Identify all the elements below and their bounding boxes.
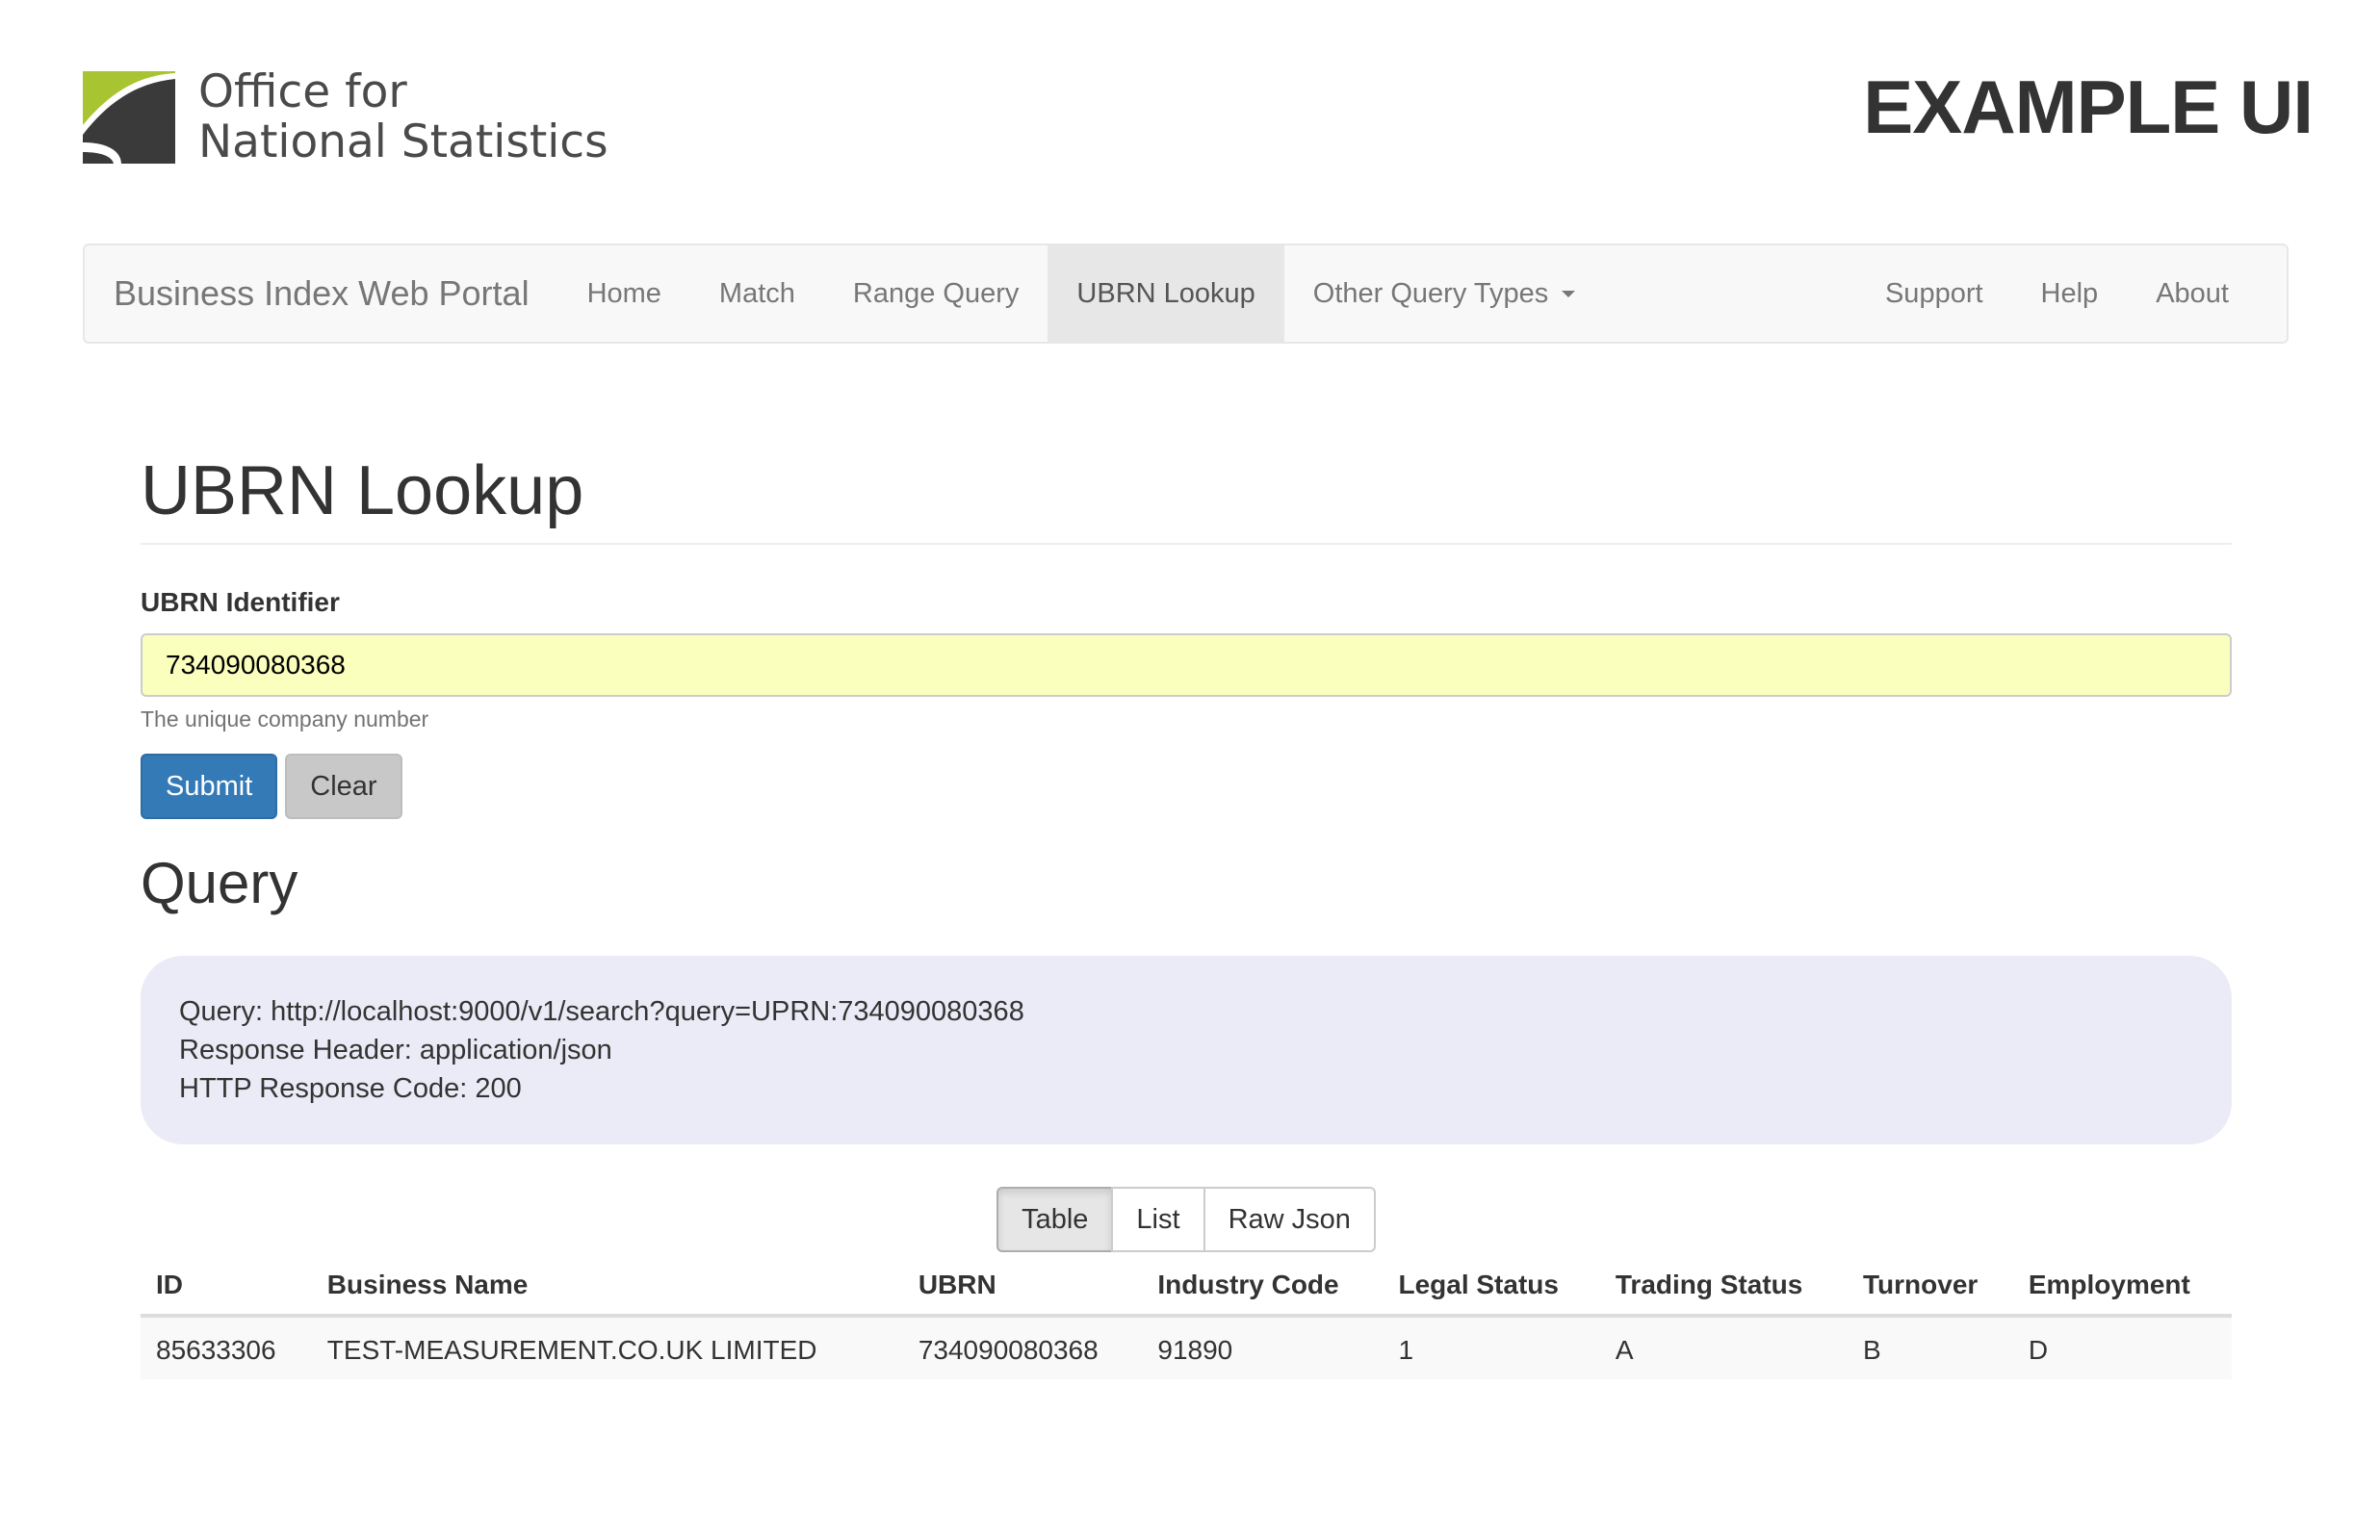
view-table-button[interactable]: Table [996,1187,1114,1252]
ubrn-field-label: UBRN Identifier [141,587,340,617]
nav-right: Support Help About [1856,245,2258,342]
ons-logo[interactable]: Office for National Statistics [83,67,608,167]
cell-legal-status: 1 [1383,1316,1600,1379]
query-section-title: Query [141,851,298,915]
query-url-text: Query: http://localhost:9000/v1/search?q… [179,996,1024,1027]
column-header-id: ID [141,1256,312,1318]
form-buttons: Submit Clear [141,754,2232,819]
view-toggle-group: Table List Raw Json [141,1187,2232,1252]
response-code-text: HTTP Response Code: 200 [179,1073,522,1104]
nav-item-label: About [2156,277,2229,309]
nav-item-home[interactable]: Home [558,245,690,342]
view-list-button[interactable]: List [1111,1187,1205,1252]
cell-trading-status: A [1599,1316,1849,1379]
query-info-panel: Query: http://localhost:9000/v1/search?q… [141,956,2232,1144]
clear-button[interactable]: Clear [285,754,402,819]
table-row[interactable]: 85633306 TEST-MEASUREMENT.CO.UK LIMITED … [141,1316,2232,1379]
submit-button[interactable]: Submit [141,754,278,819]
logo-text: Office for National Statistics [198,67,608,167]
results-table: ID Business Name UBRN Industry Code Lega… [141,1256,2232,1379]
caret-down-icon [1562,290,1576,297]
cell-turnover: B [1848,1316,2013,1379]
site-header: Office for National Statistics EXAMPLE U… [0,0,2380,221]
nav-item-label: Home [586,277,661,309]
navbar-brand[interactable]: Business Index Web Portal [85,245,558,342]
column-header-trading-status: Trading Status [1599,1256,1849,1318]
view-raw-json-button[interactable]: Raw Json [1203,1187,1376,1252]
column-header-legal-status: Legal Status [1383,1256,1600,1318]
cell-ubrn: 734090080368 [902,1316,1143,1379]
cell-id: 85633306 [141,1316,312,1379]
response-header-text: Response Header: application/json [179,1035,612,1065]
cell-industry-code: 91890 [1142,1316,1384,1379]
ons-logo-icon [83,71,175,164]
logo-line-1: Office for [198,65,407,118]
column-header-industry-code: Industry Code [1142,1256,1384,1318]
ubrn-help-text: The unique company number [141,706,429,732]
nav-left: Home Match Range Query UBRN Lookup Other… [558,245,1605,342]
ubrn-input[interactable] [141,633,2232,697]
column-header-business-name: Business Name [311,1256,903,1318]
nav-item-help[interactable]: Help [2012,245,2128,342]
column-header-turnover: Turnover [1848,1256,2013,1318]
nav-item-support[interactable]: Support [1856,245,2012,342]
nav-item-match[interactable]: Match [690,245,824,342]
page-header: UBRN Lookup [141,452,2232,545]
nav-item-ubrn-lookup[interactable]: UBRN Lookup [1048,245,1284,342]
nav-item-range-query[interactable]: Range Query [824,245,1048,342]
column-header-ubrn: UBRN [902,1256,1143,1318]
nav-item-about[interactable]: About [2127,245,2258,342]
cell-employment: D [2012,1316,2232,1379]
nav-item-label: Support [1884,277,1983,309]
cell-business-name: TEST-MEASUREMENT.CO.UK LIMITED [311,1316,903,1379]
column-header-employment: Employment [2012,1256,2232,1318]
page-title: UBRN Lookup [141,452,584,529]
main-content: UBRN Lookup UBRN Identifier The unique c… [141,385,2232,1379]
main-navbar: Business Index Web Portal Home Match Ran… [83,244,2289,344]
nav-item-label: Range Query [852,277,1020,309]
table-header-row: ID Business Name UBRN Industry Code Lega… [141,1256,2232,1318]
nav-item-other-query-types-dropdown[interactable]: Other Query Types [1284,245,1604,342]
nav-item-label: Match [718,277,795,309]
nav-item-label: UBRN Lookup [1076,277,1255,309]
nav-item-label: Other Query Types [1312,277,1549,309]
app-title: EXAMPLE UI [1863,64,2314,149]
logo-line-2: National Statistics [198,116,608,168]
nav-item-label: Help [2040,277,2099,309]
